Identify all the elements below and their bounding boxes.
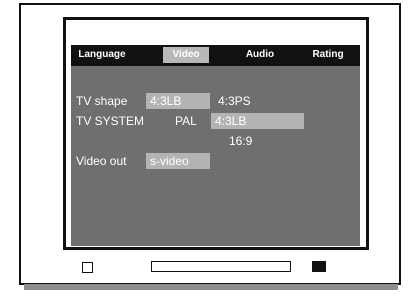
osd-menu-panel — [71, 45, 360, 246]
tab-language[interactable]: Language — [73, 47, 131, 63]
tv-shape-label: TV shape — [76, 94, 128, 108]
tv-power-button[interactable] — [312, 261, 326, 272]
aspect-option-16-9[interactable]: 16:9 — [229, 133, 252, 149]
tv-indicator-square — [82, 262, 93, 273]
tv-base-shadow — [24, 284, 398, 290]
tv-system-value[interactable]: PAL — [175, 113, 197, 129]
tab-audio[interactable]: Audio — [240, 47, 280, 63]
tv-shape-selected[interactable]: 4:3LB — [146, 93, 210, 109]
video-out-selected[interactable]: s-video — [146, 153, 210, 169]
tab-rating[interactable]: Rating — [306, 47, 350, 63]
tv-system-label: TV SYSTEM — [76, 114, 145, 128]
tv-control-slot — [151, 261, 291, 272]
tab-video[interactable]: Video — [163, 47, 209, 63]
video-out-label: Video out — [76, 154, 127, 168]
tv-system-highlight[interactable]: 4:3LB — [211, 113, 304, 129]
tv-shape-option-4-3ps[interactable]: 4:3PS — [218, 93, 251, 109]
